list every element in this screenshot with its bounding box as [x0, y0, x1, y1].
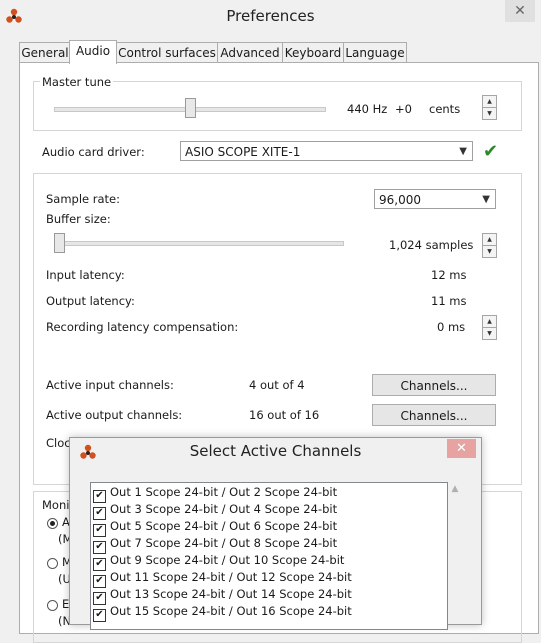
tab-language[interactable]: Language	[343, 42, 407, 63]
sample-rate-value: 96,000	[379, 193, 421, 207]
buffer-size-spinner[interactable]: ▲ ▼	[482, 233, 497, 258]
dialog-close-button[interactable]: ✕	[447, 439, 476, 458]
master-tune-label: Master tune	[40, 75, 114, 89]
spin-up-icon[interactable]: ▲	[483, 96, 496, 108]
driver-ok-check-icon: ✔	[483, 141, 499, 162]
master-tune-offset: +0	[395, 102, 412, 116]
output-latency-label: Output latency:	[46, 294, 135, 308]
close-icon: ✕	[514, 3, 526, 19]
tab-audio[interactable]: Audio	[69, 40, 117, 64]
channel-list-item[interactable]: ✔ Out 9 Scope 24-bit / Out 10 Scope 24-bi…	[93, 552, 345, 571]
latency-compensation-value: 0 ms	[437, 320, 466, 334]
master-tune-group: Master tune 440 Hz +0 cents ▲ ▼	[33, 75, 522, 131]
channel-label: Out 15 Scope 24-bit / Out 16 Scope 24-bi…	[110, 604, 352, 618]
channel-label: Out 11 Scope 24-bit / Out 12 Scope 24-bi…	[110, 570, 352, 584]
input-latency-value: 12 ms	[431, 268, 467, 282]
buffer-size-label: Buffer size:	[46, 212, 111, 226]
master-tune-hz: 440 Hz	[347, 102, 388, 116]
tab-advanced[interactable]: Advanced	[217, 42, 283, 63]
channel-label: Out 5 Scope 24-bit / Out 6 Scope 24-bit	[110, 519, 338, 533]
monitoring-label: Moni	[40, 498, 72, 512]
channel-label: Out 1 Scope 24-bit / Out 2 Scope 24-bit	[110, 485, 338, 499]
title-bar: Preferences ✕	[0, 0, 541, 32]
channel-label: Out 9 Scope 24-bit / Out 10 Scope 24-bit	[110, 553, 345, 567]
channel-list-item[interactable]: ✔ Out 3 Scope 24-bit / Out 4 Scope 24-bit	[93, 501, 338, 520]
sample-rate-select[interactable]: 96,000 ▼	[374, 189, 496, 209]
chevron-down-icon: ▼	[459, 146, 467, 157]
scroll-up-arrow-icon[interactable]: ▲	[448, 484, 462, 498]
active-input-channels-value: 4 out of 4	[249, 378, 305, 392]
latency-compensation-spinner[interactable]: ▲ ▼	[482, 315, 497, 340]
monitoring-option-1-radio[interactable]	[47, 518, 58, 529]
channel-list-item[interactable]: ✔ Out 13 Scope 24-bit / Out 14 Scope 24-b…	[93, 586, 352, 605]
tab-keyboard[interactable]: Keyboard	[282, 42, 344, 63]
channel-label: Out 7 Scope 24-bit / Out 8 Scope 24-bit	[110, 536, 338, 550]
master-tune-unit: cents	[429, 102, 461, 116]
active-input-channels-label: Active input channels:	[46, 378, 174, 392]
tab-control-surfaces[interactable]: Control surfaces	[116, 42, 218, 63]
audio-driver-select[interactable]: ASIO SCOPE XITE-1 ▼	[180, 141, 473, 161]
tab-general[interactable]: General	[19, 42, 71, 63]
input-latency-label: Input latency:	[46, 268, 125, 282]
active-output-channels-value: 16 out of 16	[249, 408, 320, 422]
select-active-channels-dialog: Select Active Channels ✕ ✔ Out 1 Scope 24…	[69, 437, 482, 630]
channel-label: Out 13 Scope 24-bit / Out 14 Scope 24-bi…	[110, 587, 352, 601]
channel-list[interactable]: ✔ Out 1 Scope 24-bit / Out 2 Scope 24-bit…	[90, 482, 448, 630]
master-tune-spinner[interactable]: ▲ ▼	[482, 95, 497, 120]
channel-list-item[interactable]: ✔ Out 5 Scope 24-bit / Out 6 Scope 24-bit	[93, 518, 338, 537]
output-channels-button[interactable]: Channels...	[372, 404, 496, 426]
spin-down-icon[interactable]: ▼	[483, 246, 496, 257]
spin-down-icon[interactable]: ▼	[483, 108, 496, 119]
dialog-title: Select Active Channels	[189, 442, 362, 460]
chevron-down-icon: ▼	[482, 194, 490, 205]
sample-rate-label: Sample rate:	[46, 192, 121, 206]
output-latency-value: 11 ms	[431, 294, 467, 308]
master-tune-slider-thumb[interactable]	[185, 98, 196, 118]
channel-label: Out 3 Scope 24-bit / Out 4 Scope 24-bit	[110, 502, 338, 516]
channel-list-item[interactable]: ✔ Out 15 Scope 24-bit / Out 16 Scope 24-b…	[93, 603, 352, 622]
spin-up-icon[interactable]: ▲	[483, 234, 496, 246]
active-output-channels-label: Active output channels:	[46, 408, 183, 422]
close-window-button[interactable]: ✕	[505, 0, 535, 22]
buffer-size-value: 1,024 samples	[389, 238, 474, 252]
input-channels-button[interactable]: Channels...	[372, 374, 496, 396]
clock-source-label: Cloc	[46, 436, 71, 450]
checkbox-checked-icon[interactable]: ✔	[93, 609, 106, 622]
close-icon: ✕	[456, 441, 467, 456]
window-title: Preferences	[226, 7, 315, 25]
monitoring-option-2-radio[interactable]	[47, 558, 58, 569]
spin-up-icon[interactable]: ▲	[483, 316, 496, 328]
audio-driver-label: Audio card driver:	[42, 145, 145, 159]
channel-list-item[interactable]: ✔ Out 11 Scope 24-bit / Out 12 Scope 24-b…	[93, 569, 352, 588]
buffer-size-track[interactable]	[54, 241, 344, 246]
channel-list-item[interactable]: ✔ Out 7 Scope 24-bit / Out 8 Scope 24-bit	[93, 535, 338, 554]
monitoring-option-3-radio[interactable]	[47, 600, 58, 611]
buffer-size-slider-thumb[interactable]	[54, 233, 65, 253]
audio-driver-value: ASIO SCOPE XITE-1	[185, 145, 301, 159]
latency-compensation-label: Recording latency compensation:	[46, 320, 239, 334]
spin-down-icon[interactable]: ▼	[483, 328, 496, 339]
channel-list-item[interactable]: ✔ Out 1 Scope 24-bit / Out 2 Scope 24-bit	[93, 484, 338, 503]
